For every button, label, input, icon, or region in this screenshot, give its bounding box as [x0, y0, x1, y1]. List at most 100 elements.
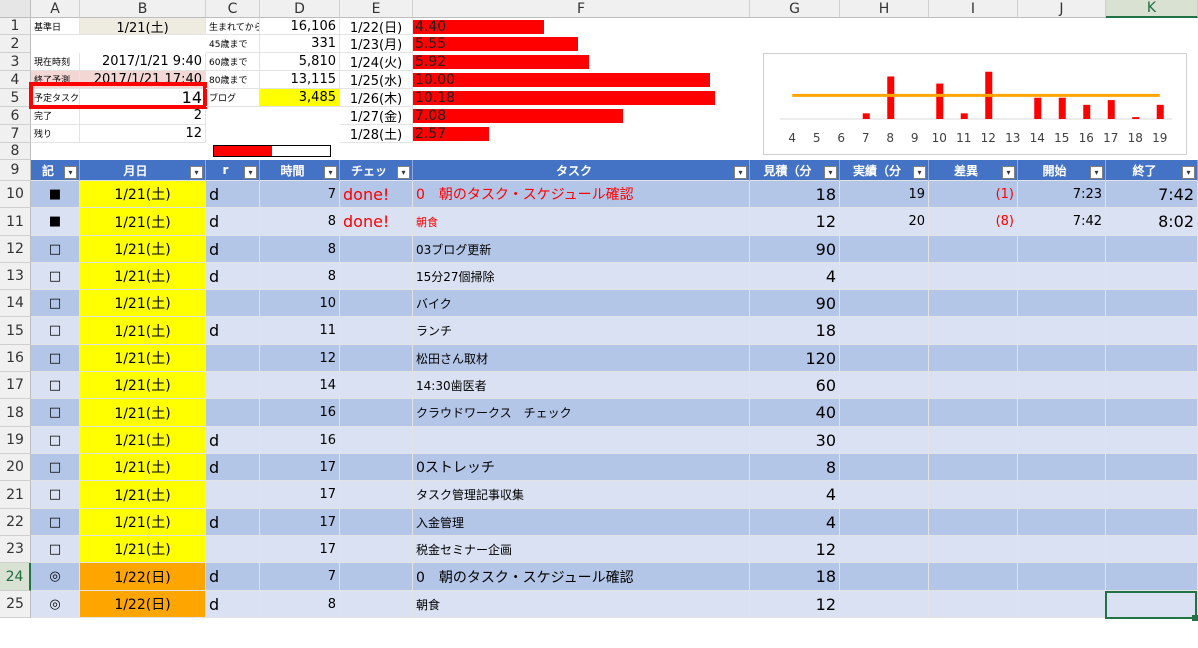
cell-d-13[interactable]: 8: [260, 263, 340, 290]
row-header-5[interactable]: 5: [0, 89, 31, 107]
cell-d-19[interactable]: 16: [260, 427, 340, 454]
cell-a-18[interactable]: □: [31, 399, 80, 427]
label-blog[interactable]: ブログ: [206, 89, 260, 107]
row-header-22[interactable]: 22: [0, 509, 31, 536]
cell-j-12[interactable]: [1018, 236, 1106, 263]
filter-dropdown-icon[interactable]: ▾: [1090, 166, 1103, 179]
cell-a-22[interactable]: □: [31, 509, 80, 536]
cell-k-18[interactable]: [1106, 399, 1198, 427]
column-header-b[interactable]: B: [80, 0, 206, 18]
cell-d-23[interactable]: 17: [260, 536, 340, 563]
column-header-d[interactable]: D: [260, 0, 340, 18]
cell-c-17[interactable]: [206, 372, 260, 399]
cell-k-22[interactable]: [1106, 509, 1198, 536]
value-current-time[interactable]: 2017/1/21 9:40: [80, 53, 206, 71]
column-header-k[interactable]: K: [1106, 0, 1198, 18]
cell-b-10[interactable]: 1/21(土): [80, 181, 206, 208]
cell-k-12[interactable]: [1106, 236, 1198, 263]
cell-e-16[interactable]: [340, 345, 413, 372]
cell-k-11[interactable]: 8:02: [1106, 208, 1198, 236]
cell-h-21[interactable]: [840, 481, 929, 509]
row-header-10[interactable]: 10: [0, 181, 31, 208]
cell-e-22[interactable]: [340, 509, 413, 536]
cell-c-24[interactable]: d: [206, 563, 260, 591]
filter-dropdown-icon[interactable]: ▾: [1182, 166, 1195, 179]
row-header-3[interactable]: 3: [0, 53, 31, 71]
row-header-17[interactable]: 17: [0, 372, 31, 399]
fill-handle[interactable]: [1192, 615, 1198, 621]
column-header-h[interactable]: H: [840, 0, 929, 18]
cell-g-17[interactable]: 60: [750, 372, 840, 399]
filter-dropdown-icon[interactable]: ▾: [324, 166, 337, 179]
cell-j-16[interactable]: [1018, 345, 1106, 372]
cell-i-23[interactable]: [929, 536, 1018, 563]
cell-j-10[interactable]: 7:23: [1018, 181, 1106, 208]
row-header-25[interactable]: 25: [0, 591, 31, 618]
cell-j-15[interactable]: [1018, 317, 1106, 345]
cell-i-16[interactable]: [929, 345, 1018, 372]
cell-j-11[interactable]: 7:42: [1018, 208, 1106, 236]
row-header-8[interactable]: 8: [0, 143, 31, 160]
column-header-g[interactable]: G: [750, 0, 840, 18]
label-to45[interactable]: 45歳まで: [206, 35, 260, 53]
cell-c-25[interactable]: d: [206, 591, 260, 618]
cell-c-12[interactable]: d: [206, 236, 260, 263]
cell-e-20[interactable]: [340, 454, 413, 481]
cell-f-23[interactable]: 税金セミナー企画: [413, 536, 750, 563]
value-done[interactable]: 2: [80, 107, 206, 125]
cell-d-14[interactable]: 10: [260, 290, 340, 317]
cell-j-21[interactable]: [1018, 481, 1106, 509]
cell-i-22[interactable]: [929, 509, 1018, 536]
cell-k-15[interactable]: [1106, 317, 1198, 345]
cell-g-19[interactable]: 30: [750, 427, 840, 454]
cell-e-23[interactable]: [340, 536, 413, 563]
column-header-a[interactable]: A: [31, 0, 80, 18]
cell-g-14[interactable]: 90: [750, 290, 840, 317]
filter-dropdown-icon[interactable]: ▾: [190, 166, 203, 179]
row-header-20[interactable]: 20: [0, 454, 31, 481]
row-header-11[interactable]: 11: [0, 208, 31, 236]
cell-g-15[interactable]: 18: [750, 317, 840, 345]
row-header-14[interactable]: 14: [0, 290, 31, 317]
label-to60[interactable]: 60歳まで: [206, 53, 260, 71]
value-born[interactable]: 16,106: [260, 18, 340, 35]
cell-f-15[interactable]: ランチ: [413, 317, 750, 345]
active-cell-k24[interactable]: [1105, 591, 1197, 619]
cell-a-19[interactable]: □: [31, 427, 80, 454]
cell-f-11[interactable]: 朝食: [413, 208, 750, 236]
cell-d-25[interactable]: 8: [260, 591, 340, 618]
cell-b-25[interactable]: 1/22(日): [80, 591, 206, 618]
row-header-12[interactable]: 12: [0, 236, 31, 263]
value-blog[interactable]: 3,485: [260, 89, 340, 107]
cell-b-17[interactable]: 1/21(土): [80, 372, 206, 399]
label-remaining[interactable]: 残り: [31, 125, 80, 143]
cell-a-14[interactable]: □: [31, 290, 80, 317]
week-date-3[interactable]: 1/25(水): [340, 71, 413, 89]
cell-f-13[interactable]: 15分27個掃除: [413, 263, 750, 290]
cell-h-25[interactable]: [840, 591, 929, 618]
filter-dropdown-icon[interactable]: ▾: [734, 166, 747, 179]
cell-k-21[interactable]: [1106, 481, 1198, 509]
table-header-k[interactable]: 終了 ▾: [1106, 160, 1198, 181]
week-date-2[interactable]: 1/24(火): [340, 53, 413, 71]
cell-d-11[interactable]: 8: [260, 208, 340, 236]
cell-f-20[interactable]: 0ストレッチ: [413, 454, 750, 481]
cell-a-20[interactable]: □: [31, 454, 80, 481]
cell-i-10[interactable]: (1): [929, 181, 1018, 208]
cell-d-20[interactable]: 17: [260, 454, 340, 481]
cell-f-25[interactable]: 朝食: [413, 591, 750, 618]
row-header-23[interactable]: 23: [0, 536, 31, 563]
cell-c-10[interactable]: d: [206, 181, 260, 208]
week-date-6[interactable]: 1/28(土): [340, 125, 413, 143]
cell-f-10[interactable]: 0 朝のタスク・スケジュール確認: [413, 181, 750, 208]
cell-b-19[interactable]: 1/21(土): [80, 427, 206, 454]
table-header-b[interactable]: 月日 ▾: [80, 160, 206, 181]
cell-e-17[interactable]: [340, 372, 413, 399]
cell-b-24[interactable]: 1/22(日): [80, 563, 206, 591]
row-header-6[interactable]: 6: [0, 107, 31, 125]
label-current-time[interactable]: 現在時刻: [31, 53, 80, 71]
cell-d-21[interactable]: 17: [260, 481, 340, 509]
cell-d-15[interactable]: 11: [260, 317, 340, 345]
label-born[interactable]: 生まれてから: [206, 18, 260, 35]
cell-i-11[interactable]: (8): [929, 208, 1018, 236]
